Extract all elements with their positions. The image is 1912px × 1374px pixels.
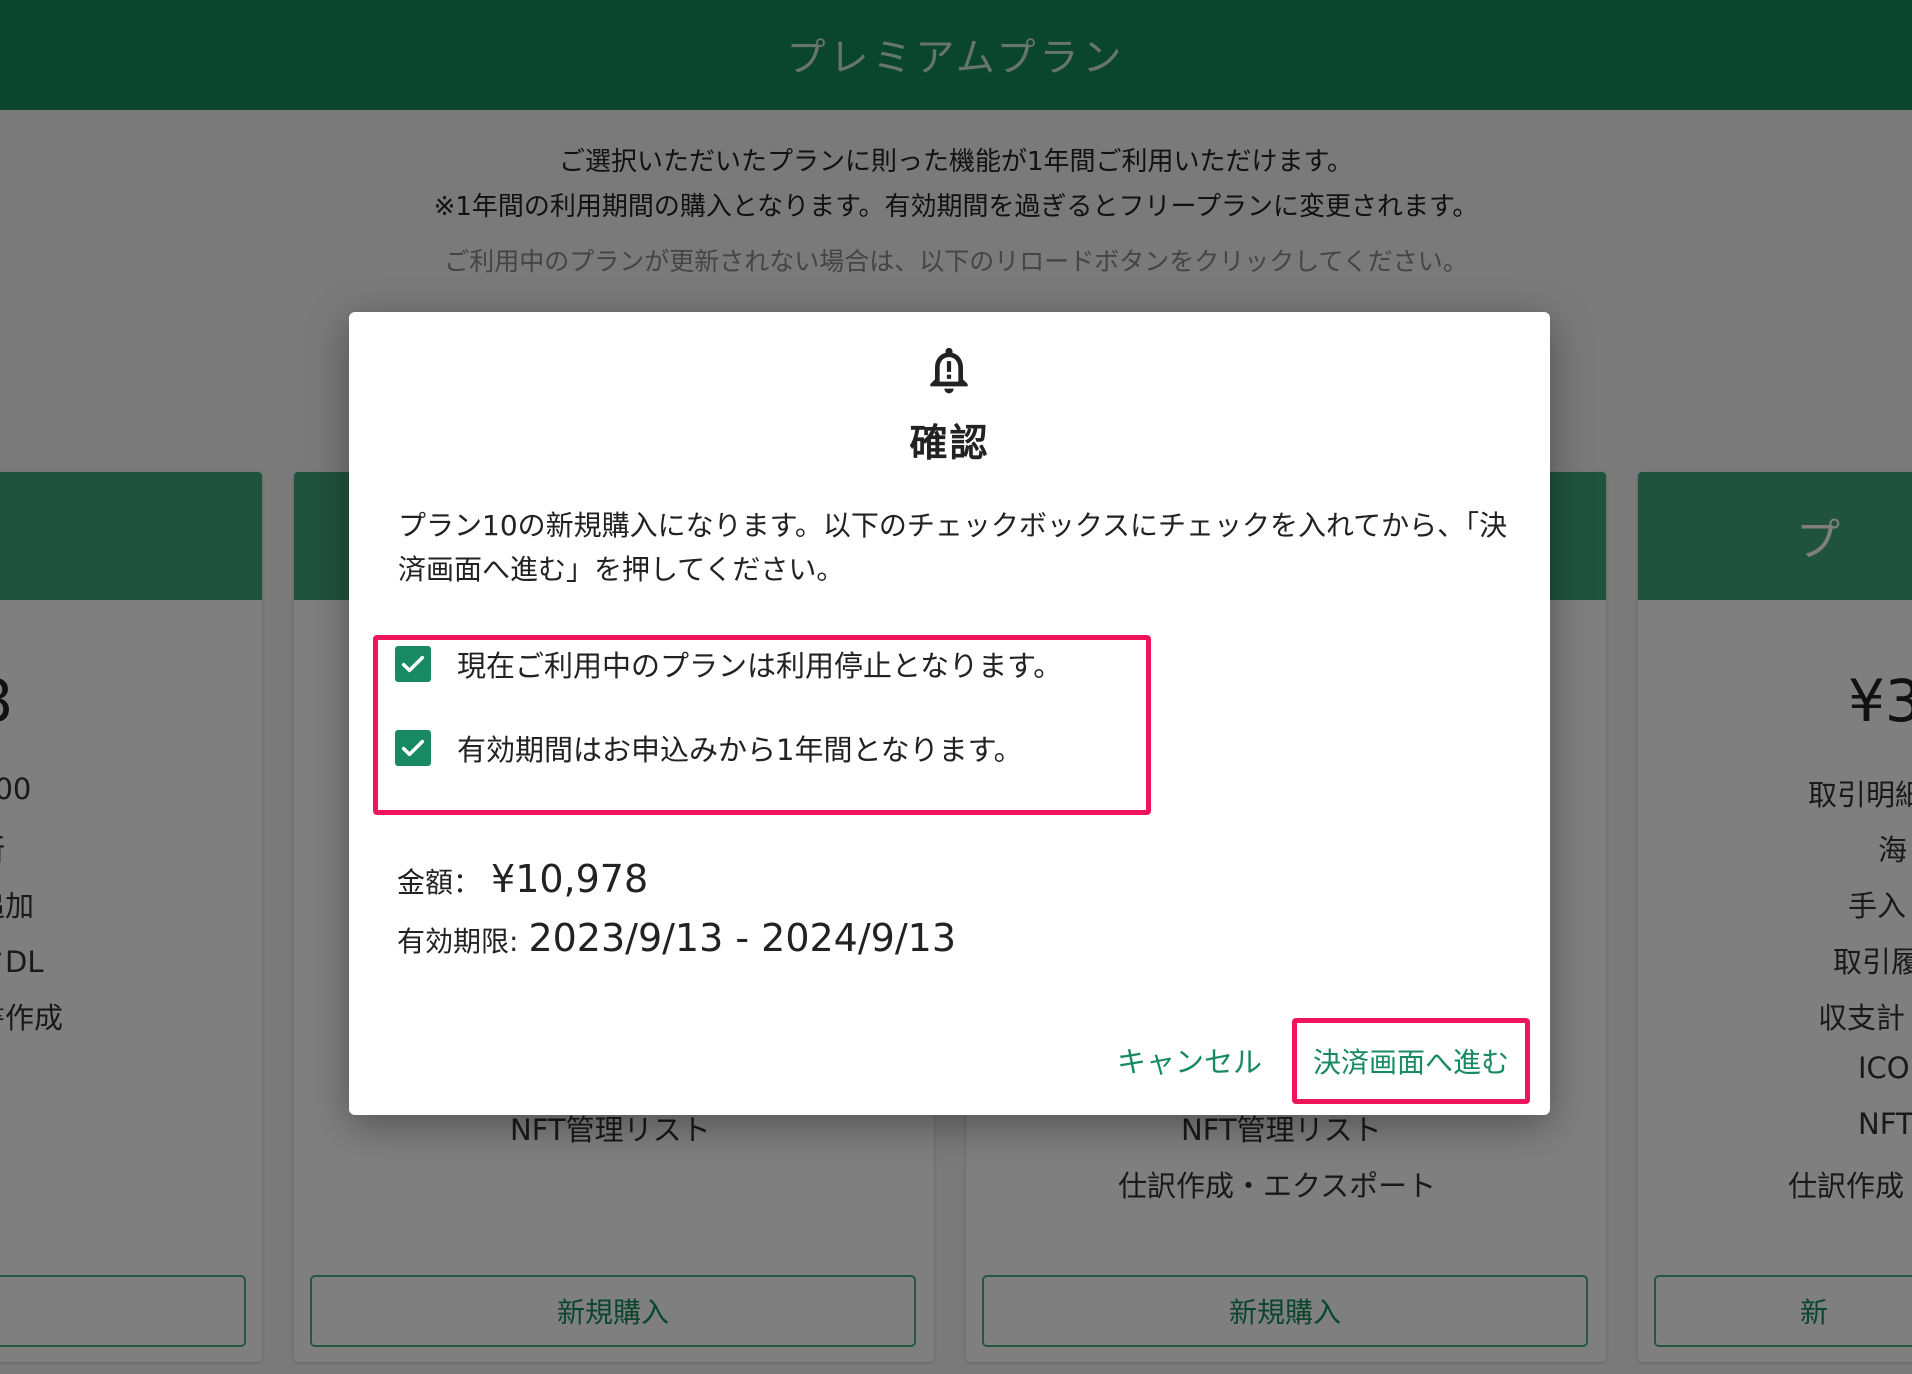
amount-row: 金額： ¥10,978: [397, 857, 648, 901]
period-label: 有効期限:: [397, 925, 519, 958]
amount-label: 金額：: [397, 866, 482, 899]
checkbox-validity-one-year[interactable]: 有効期間はお申込みから1年間となります。: [395, 727, 1023, 769]
dialog-message: プラン10の新規購入になります。以下のチェックボックスにチェックを入れてから、「…: [398, 509, 1508, 586]
amount-value: ¥10,978: [491, 857, 649, 901]
checkbox-label[interactable]: 現在ご利用中のプランは利用停止となります。: [457, 643, 1062, 685]
confirm-dialog: 確認 プラン10の新規購入になります。以下のチェックボックスにチェックを入れてか…: [349, 312, 1550, 1115]
checkbox-stop-current-plan[interactable]: 現在ご利用中のプランは利用停止となります。: [395, 643, 1062, 685]
proceed-to-payment-button[interactable]: 決済画面へ進む: [1292, 1018, 1530, 1104]
checkbox-label[interactable]: 有効期間はお申込みから1年間となります。: [457, 727, 1023, 769]
bell-alert-icon: [930, 347, 968, 394]
dialog-title: 確認: [909, 421, 990, 465]
checkbox-checked-icon[interactable]: [395, 730, 431, 766]
cancel-button[interactable]: キャンセル: [1107, 1032, 1272, 1088]
checkbox-checked-icon[interactable]: [395, 646, 431, 682]
period-value: 2023/9/13 - 2024/9/13: [528, 916, 956, 960]
period-row: 有効期限: 2023/9/13 - 2024/9/13: [397, 916, 956, 960]
